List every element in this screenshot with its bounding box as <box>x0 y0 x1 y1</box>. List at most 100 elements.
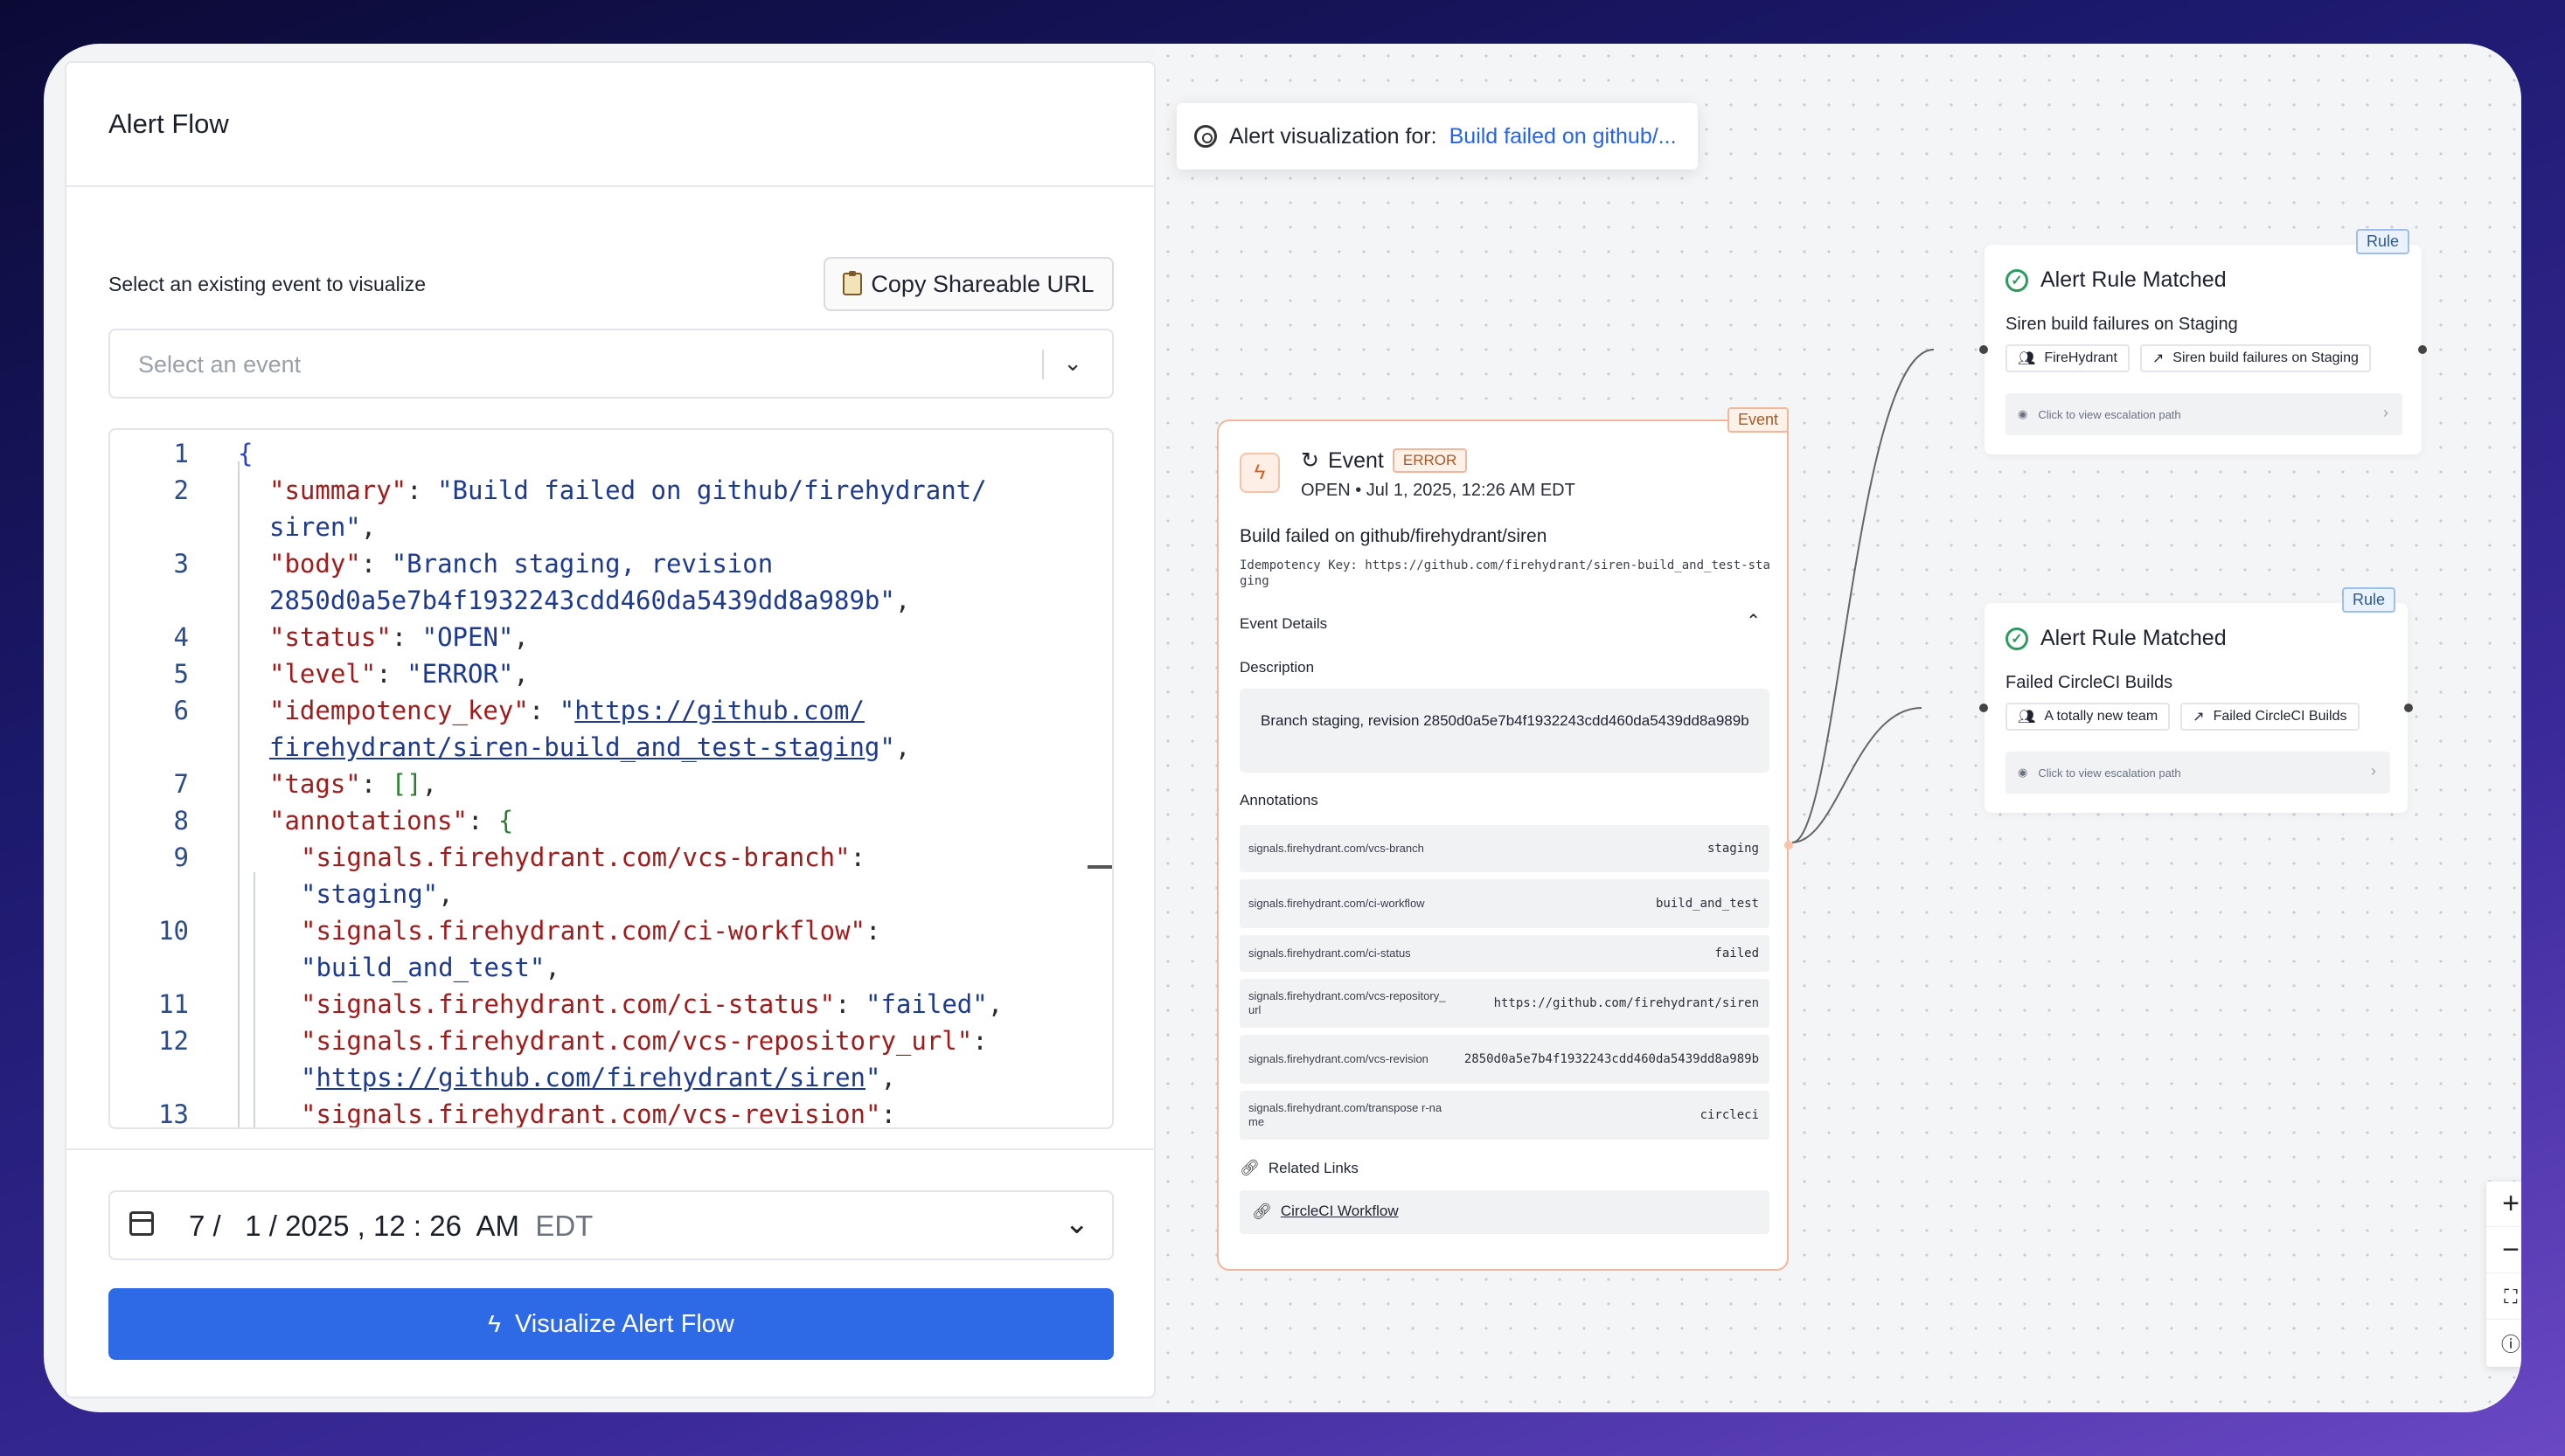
rule-tag: Rule <box>2341 587 2395 613</box>
visualize-alert-flow-button[interactable]: ϟ Visualize Alert Flow <box>108 1288 1114 1360</box>
annotations-label: Annotations <box>1240 792 1318 808</box>
rule-title: ✓ Alert Rule Matched <box>2005 626 2227 651</box>
help-button[interactable]: ⓘ <box>2486 1321 2521 1366</box>
edge-event-to-rule-2 <box>1791 707 1922 843</box>
code-line: siren", <box>110 509 1112 545</box>
description-box: Branch staging, revision 2850d0a5e7b4f19… <box>1240 689 1769 773</box>
rule-node[interactable]: Rule ✓ Alert Rule Matched Siren build fa… <box>1979 229 2427 454</box>
event-tag: Event <box>1727 407 1789 433</box>
viz-label: Alert visualization for: <box>1229 123 1437 149</box>
annotation-row: signals.firehydrant.com/transpose r-name… <box>1240 1091 1769 1140</box>
code-token: "staging", <box>301 879 454 909</box>
lightning-icon: ϟ <box>488 1310 501 1337</box>
related-link-circleci[interactable]: 🔗︎ CircleCI Workflow <box>1240 1190 1769 1234</box>
rule-output-handle[interactable] <box>2418 345 2427 354</box>
related-links-label: 🔗︎ Related Links <box>1240 1159 1359 1176</box>
alert-flow-panel: Alert Flow Select an existing event to v… <box>65 61 1156 1398</box>
chevron-down-icon[interactable]: ⌄ <box>1063 350 1082 377</box>
link-icon: 🔗︎ <box>1252 1203 1272 1220</box>
code-line: "signals.firehydrant.com/vcs-revision": <box>110 1096 1112 1127</box>
rule-tag: Rule <box>2355 229 2409 254</box>
zoom-out-button[interactable]: − <box>2486 1228 2521 1273</box>
escalation-path-button[interactable]: ◉ Click to view escalation path › <box>2005 393 2402 435</box>
code-line: "body": "Branch staging, revision <box>110 545 1112 582</box>
annotation-row: signals.firehydrant.com/vcs-branch stagi… <box>1240 825 1769 872</box>
flow-canvas[interactable]: Alert visualization for: Build failed on… <box>1156 44 2521 1412</box>
link-icon: 🔗︎ <box>1240 1159 1260 1176</box>
zoom-in-button[interactable]: + <box>2486 1182 2521 1227</box>
datetime-value[interactable]: 7 / 1 / 2025 , 12 : 26 AM EDT <box>189 1210 593 1243</box>
rule-name: Siren build failures on Staging <box>2005 315 2238 334</box>
divider <box>66 1148 1154 1150</box>
description-label: Description <box>1240 659 1315 676</box>
rule-chip[interactable]: ↗ Siren build failures on Staging <box>2139 344 2371 372</box>
trend-up-icon: ↗ <box>2151 351 2165 366</box>
code-line: "signals.firehydrant.com/vcs-branch": <box>110 839 1112 876</box>
rule-input-handle[interactable] <box>1979 704 1988 712</box>
event-select[interactable]: Select an event ⌄ <box>108 329 1114 399</box>
code-line: "summary": "Build failed on github/fireh… <box>110 472 1112 509</box>
event-details-label: Event Details <box>1240 615 1328 632</box>
zoom-controls: + − ⛶ ⓘ <box>2486 1182 2521 1367</box>
gear-icon[interactable] <box>1194 125 1217 148</box>
visualization-header: Alert visualization for: Build failed on… <box>1177 103 1698 170</box>
annotation-row: signals.firehydrant.com/vcs-repository_u… <box>1240 979 1769 1028</box>
copy-button-label: Copy Shareable URL <box>871 270 1095 297</box>
team-chip[interactable]: 👥︎ FireHydrant <box>2005 344 2130 372</box>
select-row: Select an existing event to visualize Co… <box>108 257 1114 311</box>
clipboard-icon <box>843 271 863 295</box>
rule-node[interactable]: Rule ✓ Alert Rule Matched Failed CircleC… <box>1979 587 2413 813</box>
chevron-right-icon: › <box>2383 404 2388 421</box>
calendar-icon <box>129 1211 154 1236</box>
code-line: "level": "ERROR", <box>110 655 1112 692</box>
code-token: "level": "ERROR", <box>269 659 529 689</box>
rule-chip[interactable]: ↗ Failed CircleCI Builds <box>2180 703 2360 731</box>
eye-icon: ◉ <box>2018 766 2028 779</box>
check-circle-icon: ✓ <box>2005 268 2028 292</box>
code-line: "signals.firehydrant.com/ci-workflow": <box>110 912 1112 949</box>
json-editor[interactable]: 1 2 3 4 5 6 7 8 9 10 11 12 13 { "summary": "Build fa… <box>108 428 1114 1129</box>
code-token: "tags": [], <box>269 769 438 799</box>
rule-name: Failed CircleCI Builds <box>2005 673 2173 692</box>
chevron-up-icon[interactable]: ⌃ <box>1746 610 1761 632</box>
refresh-icon: ↻ <box>1301 448 1319 473</box>
fit-view-button[interactable]: ⛶ <box>2486 1274 2521 1320</box>
code-token: "signals.firehydrant.com/ci-status": "fa… <box>301 989 1004 1019</box>
team-chip[interactable]: 👥︎ A totally new team <box>2005 703 2171 731</box>
code-token: siren", <box>269 512 377 542</box>
code-line: "signals.firehydrant.com/vcs-repository_… <box>110 1023 1112 1059</box>
chevron-down-icon[interactable]: ⌄ <box>1065 1206 1090 1241</box>
rule-chips: 👥︎ FireHydrant ↗ Siren build failures on S… <box>2005 344 2371 372</box>
code-token: "body": "Branch staging, revision <box>269 549 774 579</box>
code-line: "signals.firehydrant.com/ci-status": "fa… <box>110 986 1112 1023</box>
code-token: firehydrant/siren-build_and_test-staging… <box>269 732 911 762</box>
code-line: "tags": [], <box>110 766 1112 802</box>
select-divider <box>1042 350 1044 379</box>
code-line: { <box>110 435 1112 472</box>
code-token: "status": "OPEN", <box>269 622 529 652</box>
event-select-placeholder: Select an event <box>138 351 302 378</box>
code-line: firehydrant/siren-build_and_test-staging… <box>110 729 1112 766</box>
users-icon: 👥︎ <box>2018 710 2036 725</box>
datetime-picker[interactable]: 7 / 1 / 2025 , 12 : 26 AM EDT ⌄ <box>108 1190 1114 1260</box>
rule-output-handle[interactable] <box>2404 704 2413 712</box>
annotation-row: signals.firehydrant.com/vcs-revision 285… <box>1240 1035 1769 1084</box>
code-token: "signals.firehydrant.com/vcs-repository_… <box>301 1026 988 1056</box>
escalation-path-button[interactable]: ◉ Click to view escalation path › <box>2005 752 2390 794</box>
event-node[interactable]: Event ϟ ↻ Event ERROR OPEN • Jul 1, 2025… <box>1217 407 1793 1271</box>
idempotency-key: Idempotency Key: https://github.com/fire… <box>1240 558 1770 588</box>
code-token: "signals.firehydrant.com/vcs-branch": <box>301 842 866 872</box>
copy-shareable-url-button[interactable]: Copy Shareable URL <box>824 257 1114 311</box>
viz-event-link[interactable]: Build failed on github/... <box>1449 124 1677 149</box>
event-summary: Build failed on github/firehydrant/siren <box>1240 526 1547 546</box>
event-output-handle[interactable] <box>1784 841 1793 849</box>
code-token: { <box>238 439 254 468</box>
edge-event-to-rule-1 <box>1791 349 1935 843</box>
code-line: "build_and_test", <box>110 949 1112 986</box>
rule-chips: 👥︎ A totally new team ↗ Failed CircleCI Bu… <box>2005 703 2360 731</box>
event-title: ↻ Event ERROR <box>1301 447 1468 474</box>
code-token: "annotations": { <box>269 806 514 835</box>
code-line: "staging", <box>110 876 1112 912</box>
scrollbar-thumb[interactable] <box>1088 865 1112 869</box>
rule-input-handle[interactable] <box>1979 345 1988 354</box>
